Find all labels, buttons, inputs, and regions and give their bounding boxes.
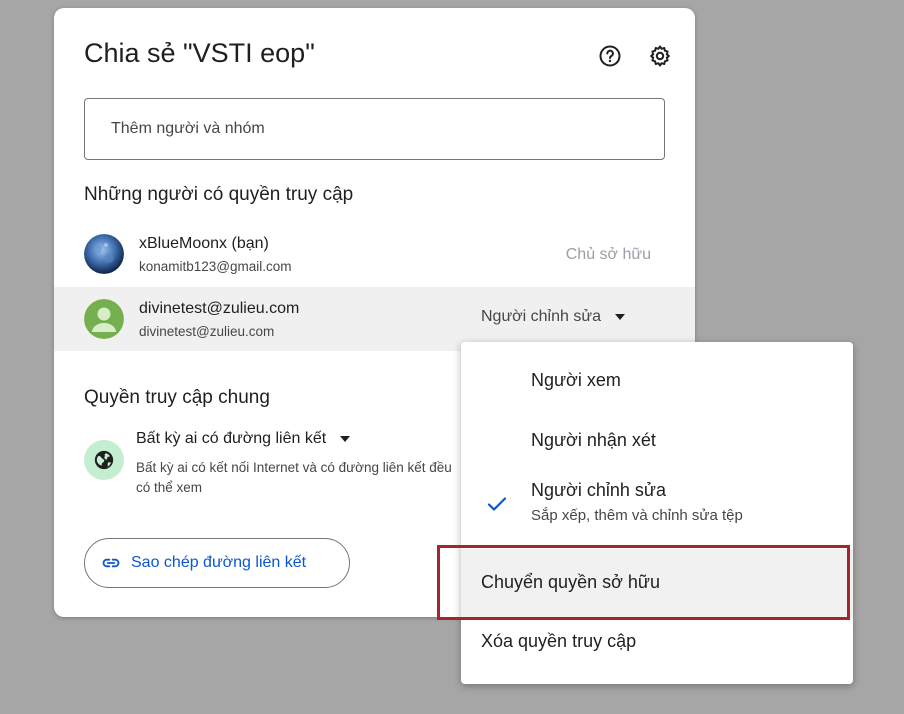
role-dropdown-label: Người chỉnh sửa [481, 308, 601, 325]
avatar [84, 299, 124, 339]
menu-item-editor[interactable]: Người chỉnh sửa Sắp xếp, thêm và chỉnh s… [461, 472, 853, 534]
copy-link-button[interactable]: Sao chép đường liên kết [84, 538, 350, 588]
person-email: konamitb123@gmail.com [139, 259, 292, 274]
menu-item-label: Người nhận xét [531, 430, 656, 450]
general-access-title: Quyền truy cập chung [84, 387, 270, 408]
access-section-title: Những người có quyền truy cập [84, 184, 354, 205]
person-name: xBlueMoonx (bạn) [139, 235, 269, 252]
menu-item-label: Người chỉnh sửa [531, 480, 666, 500]
avatar [84, 234, 124, 274]
gear-icon[interactable] [648, 44, 672, 68]
copy-link-label: Sao chép đường liên kết [131, 554, 307, 571]
menu-item-remove-access[interactable]: Xóa quyền truy cập [461, 619, 853, 677]
person-email: divinetest@zulieu.com [139, 324, 275, 339]
menu-item-transfer-ownership[interactable]: Chuyển quyền sở hữu [461, 549, 853, 619]
role-menu: Người xem Người nhận xét Người chỉnh sửa… [461, 342, 853, 684]
menu-item-viewer[interactable]: Người xem [461, 352, 853, 412]
general-access-dropdown[interactable]: Bất kỳ ai có đường liên kết [136, 430, 351, 448]
role-dropdown[interactable]: Người chỉnh sửa [481, 308, 625, 326]
menu-item-description: Sắp xếp, thêm và chỉnh sửa tệp [531, 507, 743, 524]
caret-down-icon [340, 436, 351, 442]
menu-item-label: Xóa quyền truy cập [481, 631, 637, 651]
menu-item-label: Người xem [531, 370, 621, 390]
check-icon [487, 497, 507, 511]
add-people-placeholder: Thêm người và nhóm [111, 120, 265, 137]
general-access-description: Bất kỳ ai có kết nối Internet và có đườn… [136, 460, 452, 495]
person-row-owner: xBlueMoonx (bạn) konamitb123@gmail.com C… [54, 222, 695, 286]
owner-role-label: Chủ sở hữu [565, 246, 651, 263]
menu-item-commenter[interactable]: Người nhận xét [461, 412, 853, 472]
help-circle-icon[interactable] [598, 44, 622, 68]
dialog-title: Chia sẻ "VSTI eop" [84, 38, 315, 68]
general-access-label: Bất kỳ ai có đường liên kết [136, 430, 327, 447]
person-name: divinetest@zulieu.com [139, 300, 300, 317]
caret-down-icon [614, 314, 625, 320]
link-icon [102, 558, 120, 568]
add-people-input[interactable]: Thêm người và nhóm [84, 98, 665, 160]
menu-item-label: Chuyển quyền sở hữu [481, 572, 660, 592]
globe-icon [84, 440, 124, 480]
